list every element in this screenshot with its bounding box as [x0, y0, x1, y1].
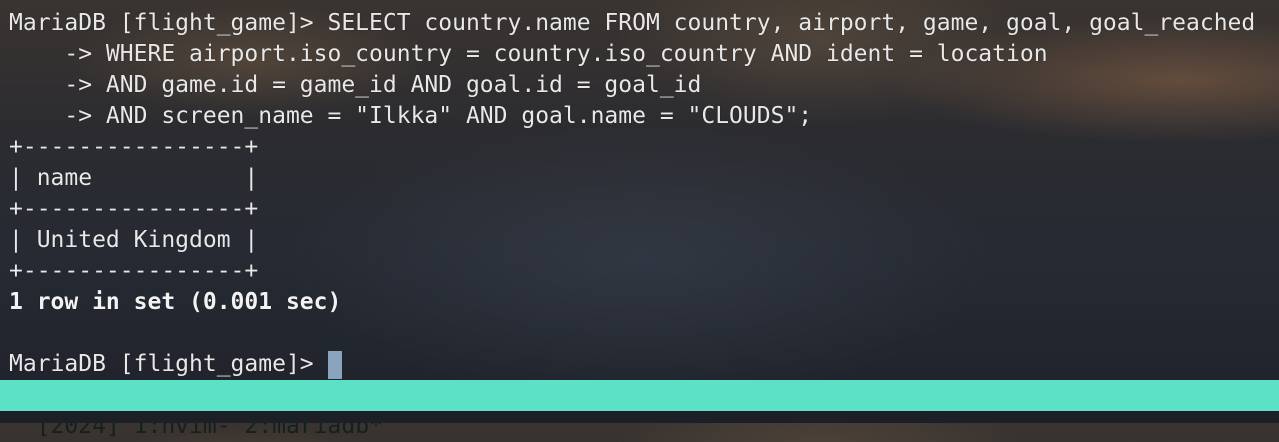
result-table-border-bottom: +----------------+: [9, 258, 259, 284]
result-summary: 1 row in set (0.001 sec): [9, 289, 342, 315]
prompt-text: MariaDB [flight_game]>: [9, 351, 328, 377]
result-table-header: | name |: [9, 165, 259, 191]
sql-query-line-2: -> WHERE airport.iso_country = country.i…: [9, 41, 1048, 67]
sql-query-line-4: -> AND screen_name = "Ilkka" AND goal.na…: [9, 103, 813, 129]
prompt-line[interactable]: MariaDB [flight_game]>: [9, 349, 1279, 380]
sql-query-line-1: MariaDB [flight_game]> SELECT country.na…: [9, 10, 1256, 36]
result-table-row: | United Kingdom |: [9, 227, 259, 253]
bottom-strip: [0, 411, 1279, 423]
tmux-status-bar[interactable]: [2024] 1:nvim- 2:mariadb*: [0, 380, 1279, 439]
sql-query-line-3: -> AND game.id = game_id AND goal.id = g…: [9, 72, 702, 98]
result-table-border-mid: +----------------+: [9, 196, 259, 222]
text-cursor: [327, 350, 342, 379]
result-table-border-top: +----------------+: [9, 134, 259, 160]
terminal-output[interactable]: MariaDB [flight_game]> SELECT country.na…: [0, 0, 1279, 380]
